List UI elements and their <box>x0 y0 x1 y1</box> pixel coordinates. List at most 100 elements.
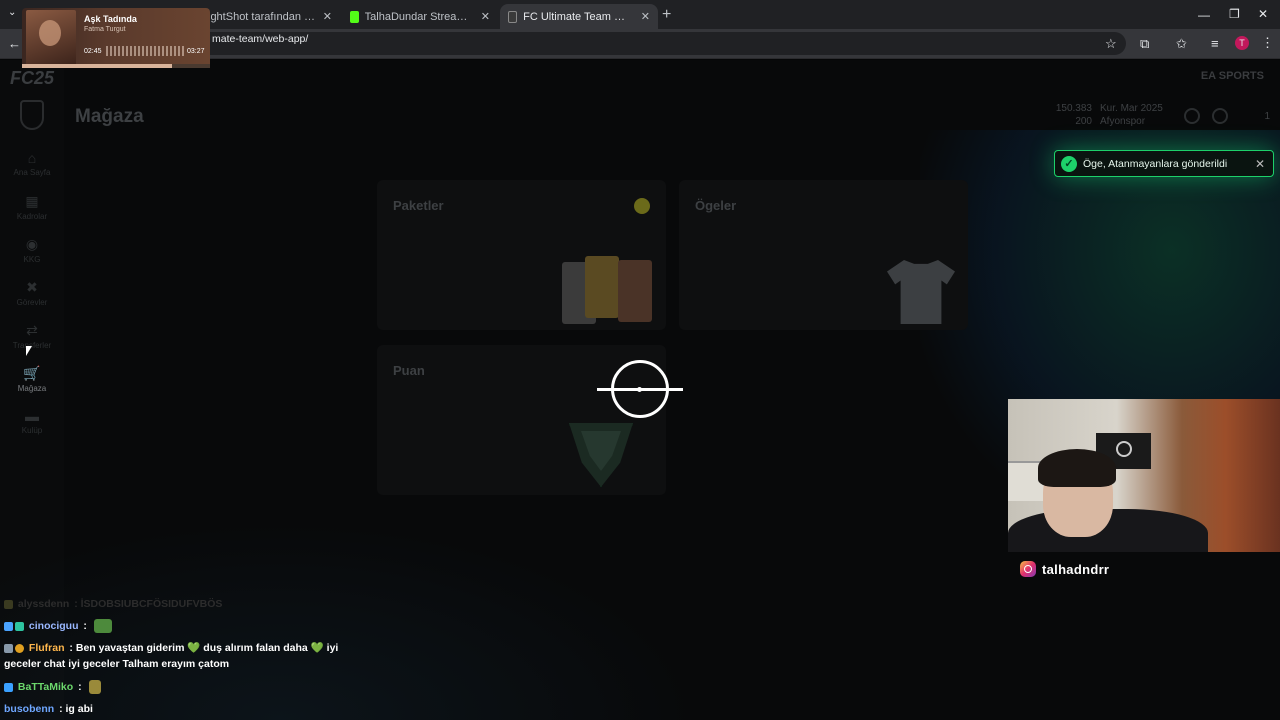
fc25-logo: FC25 <box>10 68 55 88</box>
chat-username: cinociguu <box>28 620 79 632</box>
season-pass-icon[interactable] <box>1212 108 1228 124</box>
sidebar-item-club[interactable]: ▬ Kulüp <box>0 408 64 435</box>
cart-icon: 🛒 <box>23 365 41 381</box>
objectives-icon: ✖ <box>26 279 38 295</box>
sidebar-item-store[interactable]: 🛒 Mağaza <box>0 365 64 393</box>
kit-shirt-icon <box>887 260 955 324</box>
sidebar-item-label: Kadrolar <box>16 212 48 221</box>
instagram-icon <box>1020 561 1036 577</box>
club-name: Afyonspor <box>1100 116 1146 127</box>
chat-text: ig abi <box>65 703 93 715</box>
season-label: Kur. Mar 2025 <box>1100 103 1163 114</box>
coins-value: 150.383 <box>1055 103 1092 114</box>
badge-icon <box>4 599 13 609</box>
elapsed-time: 02:45 <box>84 48 102 55</box>
tab-close-icon[interactable]: ✕ <box>475 10 490 23</box>
tab-label: TalhaDundar Stream - Watch Li <box>364 10 475 23</box>
badge-icon <box>15 643 24 653</box>
webcam-feed <box>1008 399 1280 552</box>
pepe-emote-icon <box>93 619 112 634</box>
bookmarks-icon[interactable]: ✩ <box>1176 36 1187 52</box>
success-toast: ✓ Öge, Atanmayanlara gönderildi ✕ <box>1054 150 1274 177</box>
chat-username: BaTTaMiko <box>17 681 74 693</box>
club-crest <box>20 100 44 130</box>
sidebar-item-home[interactable]: ⌂ Ana Sayfa <box>0 150 64 177</box>
screen: ⌄ ightShot tarafından Ekran Gör ✕ TalhaD… <box>0 0 1280 720</box>
profile-avatar[interactable]: T <box>1235 36 1249 50</box>
chat-message: Flufran : Ben yavaştan giderim 💚 duş alı… <box>4 642 339 670</box>
sidebar-item-label: KKG <box>23 255 41 264</box>
card-title: Paketler <box>393 198 444 213</box>
transfer-icon: ⇄ <box>26 322 38 338</box>
extensions-icon[interactable]: ⧉ <box>1140 36 1149 52</box>
chat-message: cinociguu : <box>4 618 112 634</box>
sidebar-item-sbc[interactable]: ◉ KKG <box>0 236 64 264</box>
album-cover <box>26 10 76 66</box>
duration-time: 03:27 <box>187 48 205 55</box>
menu-icon[interactable]: ⋮ <box>1261 35 1274 51</box>
sidebar-item-objectives[interactable]: ✖ Görevler <box>0 279 64 307</box>
close-window-icon[interactable]: ✕ <box>1258 7 1268 21</box>
card-title: Puan <box>393 363 425 378</box>
ea-favicon-icon <box>508 10 518 23</box>
squad-icon: ▦ <box>25 193 39 209</box>
song-progress-bar <box>22 64 210 68</box>
chat-username: alyssdenn <box>17 598 70 610</box>
tab-search-icon[interactable]: ⌄ <box>8 7 16 18</box>
chat-message: alyssdenn : İSDOBSIUBCFÖSIDUFVBÖS <box>4 596 222 612</box>
tab-label: FC Ultimate Team Web App - Eli <box>523 10 635 23</box>
url-text: mate-team/web-app/ <box>212 33 309 45</box>
ea-sports-logo: EA SPORTS <box>1200 70 1264 82</box>
badge-icon <box>4 643 13 653</box>
sidebar-item-label: Mağaza <box>17 384 47 393</box>
media-control-icon[interactable]: ≡ <box>1211 36 1219 51</box>
unassigned-counter[interactable]: 1 <box>1250 110 1270 123</box>
chat-message: BaTTaMiko : <box>4 679 101 695</box>
mouse-cursor-icon <box>26 346 32 356</box>
pack-image <box>585 256 619 318</box>
badge-icon <box>4 682 13 692</box>
club-badge-icon[interactable] <box>1184 108 1200 124</box>
chat-message: busobenn : ig abi <box>4 703 93 715</box>
close-icon[interactable]: ✕ <box>1255 157 1265 171</box>
page-title: Mağaza <box>75 106 144 127</box>
items-card[interactable]: Ögeler <box>679 180 968 330</box>
sidebar-item-transfers[interactable]: ⇄ Transferler <box>0 322 64 350</box>
sidebar-item-label: Transferler <box>12 341 52 350</box>
kick-favicon-icon <box>350 10 359 23</box>
chat-username: Flufran <box>28 642 65 654</box>
badge-icon <box>15 621 24 631</box>
card-title: Ögeler <box>695 198 737 213</box>
new-indicator-icon <box>634 198 650 214</box>
chat-text: geceler chat iyi geceler Talham erayım ç… <box>4 658 230 670</box>
tab-stream[interactable]: TalhaDundar Stream - Watch Li ✕ <box>342 4 498 29</box>
sidebar-item-label: Görevler <box>16 298 48 307</box>
tab-lightshot[interactable]: ightShot tarafından Ekran Gör ✕ <box>200 4 340 29</box>
sbc-icon: ◉ <box>25 236 39 252</box>
restore-icon[interactable]: ❐ <box>1229 7 1240 21</box>
crosshair-dot <box>637 387 642 392</box>
tab-fc-web-app[interactable]: FC Ultimate Team Web App - Eli ✕ <box>500 4 658 29</box>
sidebar-item-label: Kulüp <box>21 426 43 435</box>
pack-image <box>618 260 652 322</box>
instagram-username: talhadndrr <box>1042 561 1110 577</box>
waveform <box>106 46 184 56</box>
now-playing-widget: Aşk Tadında Fatma Turgut 02:45 03:27 <box>22 8 210 68</box>
points-value: 200 <box>1075 116 1092 127</box>
currency-display: 150.383 200 <box>1010 102 1092 128</box>
home-icon: ⌂ <box>27 150 37 166</box>
song-title: Aşk Tadında <box>84 14 137 24</box>
tab-close-icon[interactable]: ✕ <box>635 10 650 23</box>
song-artist: Fatma Turgut <box>84 26 126 33</box>
packs-card[interactable]: Paketler <box>377 180 666 330</box>
minimize-icon[interactable]: — <box>1198 8 1210 22</box>
song-progress-fill <box>22 64 173 68</box>
chat-username: busobenn <box>4 703 55 715</box>
badge-icon <box>4 621 13 631</box>
back-icon[interactable]: ← <box>8 36 21 51</box>
check-icon: ✓ <box>1061 155 1077 172</box>
sidebar-item-squads[interactable]: ▦ Kadrolar <box>0 193 64 221</box>
bookmark-star-icon[interactable]: ☆ <box>1105 36 1117 52</box>
new-tab-icon[interactable]: + <box>662 6 671 24</box>
tab-close-icon[interactable]: ✕ <box>317 10 332 23</box>
